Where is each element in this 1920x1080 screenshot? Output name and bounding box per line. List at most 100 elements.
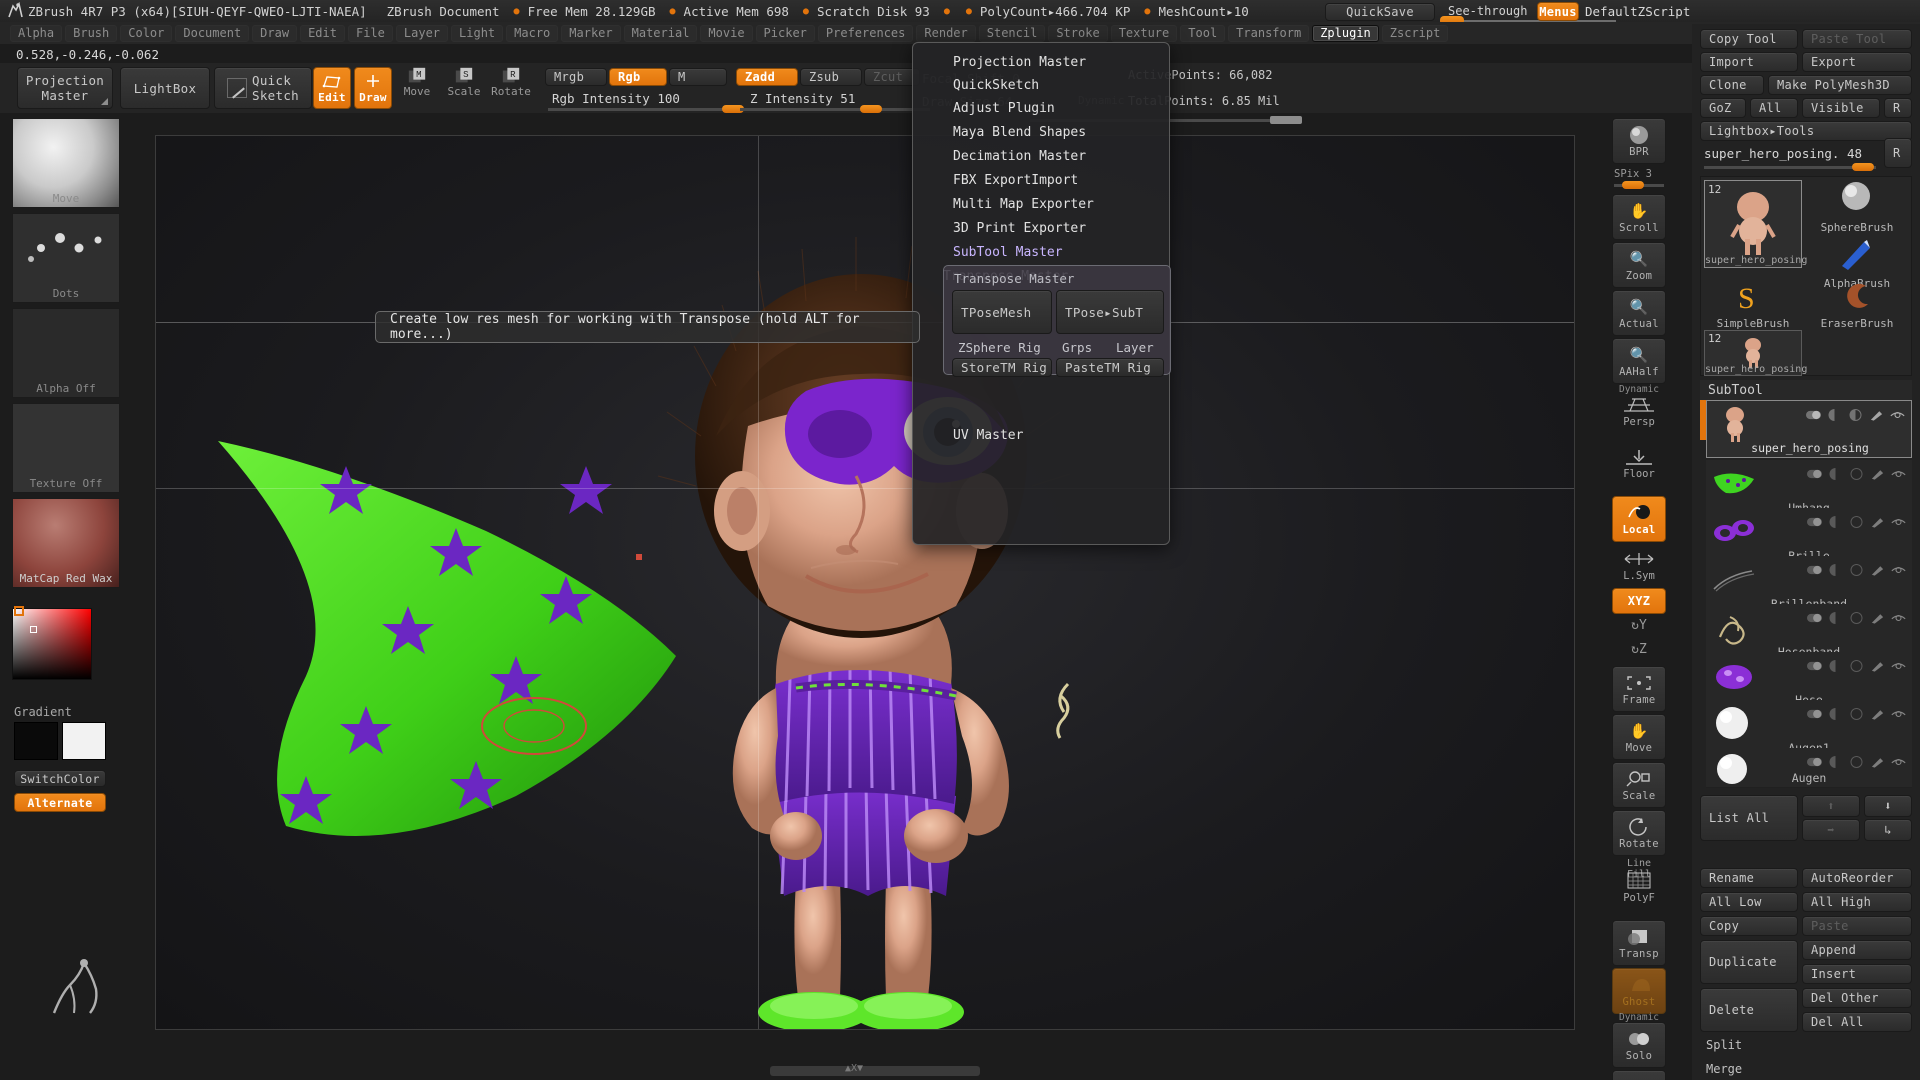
append-button[interactable]: Append xyxy=(1802,940,1912,960)
paintbrush-icon[interactable] xyxy=(1870,468,1885,480)
list-all-button[interactable]: List All xyxy=(1700,795,1798,841)
all-button[interactable]: All xyxy=(1750,98,1798,118)
menu-movie[interactable]: Movie xyxy=(700,24,753,42)
paste-button[interactable]: Paste xyxy=(1802,916,1912,936)
move-into-button[interactable]: ↳ xyxy=(1864,819,1912,841)
pastetm-rig-button[interactable]: PasteTM Rig xyxy=(1056,358,1164,377)
secondary-color-swatch[interactable] xyxy=(62,722,106,760)
transparency-toggle-icon[interactable] xyxy=(1849,708,1864,720)
subtool-icon-group[interactable] xyxy=(1807,756,1906,768)
polypaint-icon[interactable] xyxy=(1828,564,1843,576)
goz-button[interactable]: GoZ xyxy=(1700,98,1746,118)
storetm-rig-button[interactable]: StoreTM Rig xyxy=(952,358,1052,377)
copy-tool-button[interactable]: Copy Tool xyxy=(1700,29,1798,49)
visibility-toggle-icon[interactable] xyxy=(1807,708,1822,720)
document-canvas[interactable] xyxy=(155,135,1575,1030)
transp-button[interactable]: Transp xyxy=(1612,920,1666,966)
eye-icon[interactable] xyxy=(1891,708,1906,720)
zsub-button[interactable]: Zsub xyxy=(800,68,862,86)
move-right-button[interactable]: ➡ xyxy=(1802,819,1860,841)
rename-button[interactable]: Rename xyxy=(1700,868,1798,888)
subtool-icon-group[interactable] xyxy=(1807,516,1906,528)
subtool-icon-group[interactable] xyxy=(1807,468,1906,480)
xpose-button[interactable]: Xpose xyxy=(1612,1070,1666,1080)
y-axis-icon[interactable]: ↻Y xyxy=(1612,618,1666,633)
ghost-button[interactable]: Ghost xyxy=(1612,968,1666,1014)
menu-tool[interactable]: Tool xyxy=(1180,24,1226,42)
all-high-button[interactable]: All High xyxy=(1802,892,1912,912)
projection-master-button[interactable]: Projection Master xyxy=(17,67,113,109)
scale-gizmo-button[interactable]: Scale xyxy=(1612,762,1666,808)
tool-thumb-simplebrush[interactable]: S SimpleBrush xyxy=(1704,280,1802,330)
subtool-row-super-hero-posing[interactable]: super_hero_posing xyxy=(1706,400,1912,458)
subtool-icon-group[interactable] xyxy=(1807,660,1906,672)
polypaint-icon[interactable] xyxy=(1828,468,1843,480)
menu-zscript[interactable]: Zscript xyxy=(1381,24,1449,42)
subtool-row-augen[interactable]: Augen xyxy=(1706,748,1912,788)
floor-button[interactable]: Floor xyxy=(1612,446,1666,492)
primary-color-swatch[interactable] xyxy=(14,722,58,760)
tool-r-button[interactable]: R xyxy=(1884,138,1912,168)
make-polymesh3d-button[interactable]: Make PolyMesh3D xyxy=(1768,75,1912,95)
clone-button[interactable]: Clone xyxy=(1700,75,1764,95)
visibility-toggle-icon[interactable] xyxy=(1807,516,1822,528)
zplugin-item-fbx-exportimport[interactable]: FBX ExportImport xyxy=(953,173,1078,188)
solo-button[interactable]: Solo xyxy=(1612,1022,1666,1068)
merge-section-label[interactable]: Merge xyxy=(1706,1062,1742,1076)
eye-icon[interactable] xyxy=(1890,409,1905,421)
menu-transform[interactable]: Transform xyxy=(1228,24,1310,42)
document-area[interactable] xyxy=(156,136,1574,1029)
paintbrush-icon[interactable] xyxy=(1870,564,1885,576)
eye-icon[interactable] xyxy=(1891,660,1906,672)
polyframe-button[interactable]: PolyF xyxy=(1612,870,1666,916)
paintbrush-icon[interactable] xyxy=(1870,708,1885,720)
quick-sketch-button[interactable]: Quick Sketch xyxy=(214,67,312,109)
zplugin-item-uv-master[interactable]: UV Master xyxy=(953,428,1023,443)
subtool-icon-group[interactable] xyxy=(1807,708,1906,720)
edit-mode-button[interactable]: Edit xyxy=(313,67,351,109)
zplugin-item-adjust-plugin[interactable]: Adjust Plugin xyxy=(953,101,1055,116)
menu-file[interactable]: File xyxy=(347,24,393,42)
menu-stencil[interactable]: Stencil xyxy=(978,24,1046,42)
subtool-icon-group[interactable] xyxy=(1807,612,1906,624)
zplugin-item-projection-master[interactable]: Projection Master xyxy=(953,55,1086,70)
visibility-toggle-icon[interactable] xyxy=(1807,564,1822,576)
zsphere-rig-button[interactable]: ZSphere Rig xyxy=(952,338,1052,356)
bpr-button[interactable]: BPR xyxy=(1612,118,1666,164)
menus-button[interactable]: Menus xyxy=(1537,2,1579,21)
grps-button[interactable]: Grps xyxy=(1056,338,1108,356)
zplugin-item-subtool-master[interactable]: SubTool Master xyxy=(953,245,1063,260)
tpose-subt-button[interactable]: TPose▸SubT xyxy=(1056,290,1164,334)
persp-button[interactable]: Persp xyxy=(1612,394,1666,440)
menu-marker[interactable]: Marker xyxy=(561,24,621,42)
zplugin-item-multi-map-exporter[interactable]: Multi Map Exporter xyxy=(953,197,1094,212)
menu-preferences[interactable]: Preferences xyxy=(817,24,914,42)
visible-button[interactable]: Visible xyxy=(1802,98,1880,118)
menu-zplugin[interactable]: Zplugin xyxy=(1312,24,1379,42)
delete-button[interactable]: Delete xyxy=(1700,988,1798,1032)
current-material-preview[interactable]: MatCap Red Wax xyxy=(12,498,120,588)
eye-icon[interactable] xyxy=(1891,516,1906,528)
autoreorder-button[interactable]: AutoReorder xyxy=(1802,868,1912,888)
move-up-button[interactable]: ⬆ xyxy=(1802,795,1860,817)
frame-button[interactable]: Frame xyxy=(1612,666,1666,712)
zadd-button[interactable]: Zadd xyxy=(736,68,798,86)
split-section-label[interactable]: Split xyxy=(1706,1038,1742,1052)
polypaint-icon[interactable] xyxy=(1828,708,1843,720)
current-brush-preview[interactable]: Move xyxy=(12,118,120,208)
transparency-toggle-icon[interactable] xyxy=(1849,660,1864,672)
quicksave-button[interactable]: QuickSave xyxy=(1325,3,1435,21)
transparency-toggle-icon[interactable] xyxy=(1849,564,1864,576)
menu-stroke[interactable]: Stroke xyxy=(1048,24,1108,42)
aahalf-button[interactable]: 🔍 AAHalf xyxy=(1612,338,1666,384)
zplugin-item-decimation-master[interactable]: Decimation Master xyxy=(953,149,1086,164)
visibility-toggle-icon[interactable] xyxy=(1807,756,1822,768)
lightbox-tools-button[interactable]: Lightbox▸Tools xyxy=(1700,121,1912,141)
paintbrush-icon[interactable] xyxy=(1870,756,1885,768)
rgb-button[interactable]: Rgb xyxy=(609,68,667,86)
subtool-icon-group[interactable] xyxy=(1806,409,1905,421)
menu-layer[interactable]: Layer xyxy=(395,24,449,42)
local-button[interactable]: Local xyxy=(1612,496,1666,542)
tpose-mesh-button[interactable]: TPoseMesh xyxy=(952,290,1052,334)
z-intensity-slider[interactable] xyxy=(740,108,930,111)
